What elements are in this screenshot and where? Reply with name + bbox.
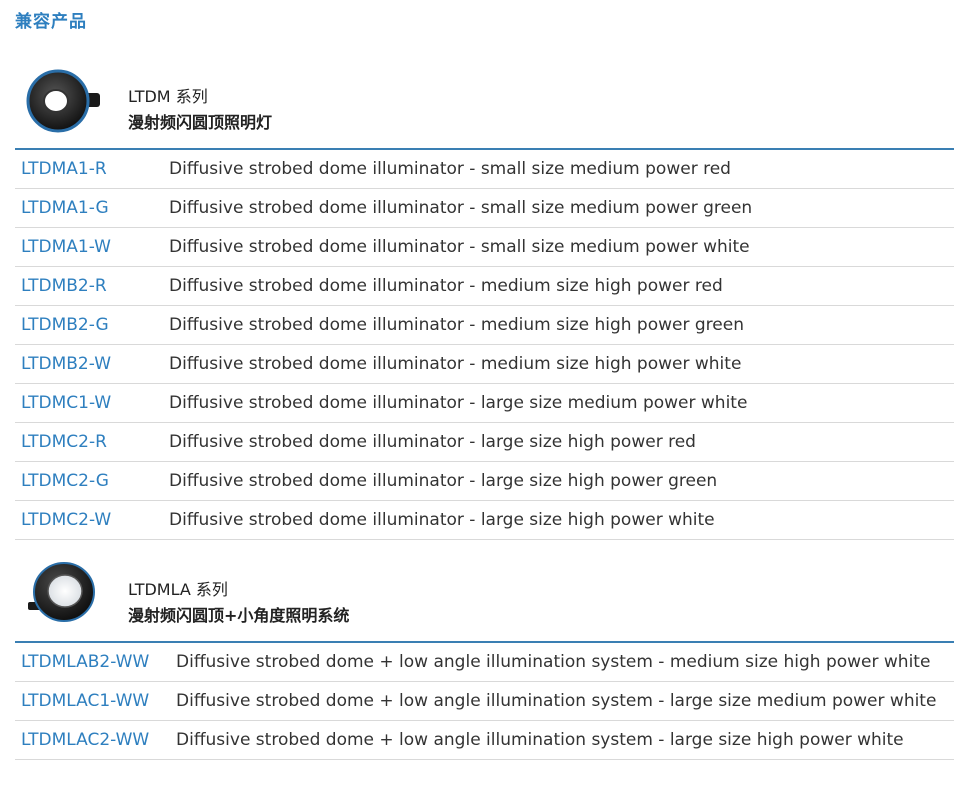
product-code-link[interactable]: LTDMLAC1-WW — [15, 689, 176, 714]
table-row: LTDMC2-R Diffusive strobed dome illuminat… — [15, 423, 954, 462]
product-code-link[interactable]: LTDMC2-G — [15, 469, 169, 494]
table-row: LTDMB2-R Diffusive strobed dome illuminat… — [15, 267, 954, 306]
product-description: Diffusive strobed dome illuminator - lar… — [169, 509, 715, 530]
product-code-link[interactable]: LTDMC1-W — [15, 391, 169, 416]
product-table: LTDMA1-R Diffusive strobed dome illuminat… — [15, 150, 954, 540]
page-title: 兼容产品 — [15, 12, 87, 32]
product-section-ltdm: LTDM 系列 漫射频闪圆顶照明灯 LTDMA1-R Diffusive stro… — [15, 62, 954, 540]
table-row: LTDMA1-G Diffusive strobed dome illuminat… — [15, 189, 954, 228]
table-row: LTDMB2-W Diffusive strobed dome illuminat… — [15, 345, 954, 384]
product-description: Diffusive strobed dome + low angle illum… — [176, 651, 931, 672]
product-code-link[interactable]: LTDMA1-R — [15, 157, 169, 182]
product-description: Diffusive strobed dome illuminator - med… — [169, 314, 744, 335]
dome-illuminator-thumbnail — [28, 562, 95, 622]
product-code-link[interactable]: LTDMC2-W — [15, 508, 169, 533]
product-code-link[interactable]: LTDMB2-W — [15, 352, 169, 377]
section-header: LTDMLA 系列 漫射频闪圆顶+小角度照明系统 — [15, 555, 954, 641]
product-section-ltdmla: LTDMLA 系列 漫射频闪圆顶+小角度照明系统 LTDMLAB2-WW Diff… — [15, 555, 954, 760]
table-row: LTDMLAC1-WW Diffusive strobed dome + low … — [15, 682, 954, 721]
series-name: LTDM 系列 — [128, 87, 208, 106]
table-row: LTDMA1-W Diffusive strobed dome illuminat… — [15, 228, 954, 267]
product-description: Diffusive strobed dome illuminator - lar… — [169, 392, 748, 413]
product-description: Diffusive strobed dome illuminator - med… — [169, 353, 742, 374]
product-code-link[interactable]: LTDMLAB2-WW — [15, 650, 176, 675]
table-row: LTDMB2-G Diffusive strobed dome illuminat… — [15, 306, 954, 345]
product-description: Diffusive strobed dome illuminator - sma… — [169, 197, 753, 218]
table-row: LTDMA1-R Diffusive strobed dome illuminat… — [15, 150, 954, 189]
product-description: Diffusive strobed dome illuminator - med… — [169, 275, 723, 296]
series-subtitle: 漫射频闪圆顶+小角度照明系统 — [128, 606, 350, 625]
series-name: LTDMLA 系列 — [128, 580, 228, 599]
product-code-link[interactable]: LTDMA1-G — [15, 196, 169, 221]
table-row: LTDMC2-G Diffusive strobed dome illuminat… — [15, 462, 954, 501]
table-row: LTDMLAB2-WW Diffusive strobed dome + low … — [15, 643, 954, 682]
product-table: LTDMLAB2-WW Diffusive strobed dome + low … — [15, 643, 954, 760]
product-description: Diffusive strobed dome illuminator - lar… — [169, 470, 718, 491]
table-row: LTDMLAC2-WW Diffusive strobed dome + low … — [15, 721, 954, 760]
product-code-link[interactable]: LTDMB2-G — [15, 313, 169, 338]
product-code-link[interactable]: LTDMC2-R — [15, 430, 169, 455]
table-row: LTDMC2-W Diffusive strobed dome illuminat… — [15, 501, 954, 540]
series-subtitle: 漫射频闪圆顶照明灯 — [128, 113, 273, 132]
product-code-link[interactable]: LTDMA1-W — [15, 235, 169, 260]
product-description: Diffusive strobed dome + low angle illum… — [176, 690, 937, 711]
table-row: LTDMC1-W Diffusive strobed dome illuminat… — [15, 384, 954, 423]
product-description: Diffusive strobed dome + low angle illum… — [176, 729, 904, 750]
product-code-link[interactable]: LTDMB2-R — [15, 274, 169, 299]
product-description: Diffusive strobed dome illuminator - sma… — [169, 236, 750, 257]
product-description: Diffusive strobed dome illuminator - sma… — [169, 158, 731, 179]
ring-illuminator-thumbnail — [26, 69, 100, 133]
section-header: LTDM 系列 漫射频闪圆顶照明灯 — [15, 62, 954, 148]
product-description: Diffusive strobed dome illuminator - lar… — [169, 431, 696, 452]
product-code-link[interactable]: LTDMLAC2-WW — [15, 728, 176, 753]
